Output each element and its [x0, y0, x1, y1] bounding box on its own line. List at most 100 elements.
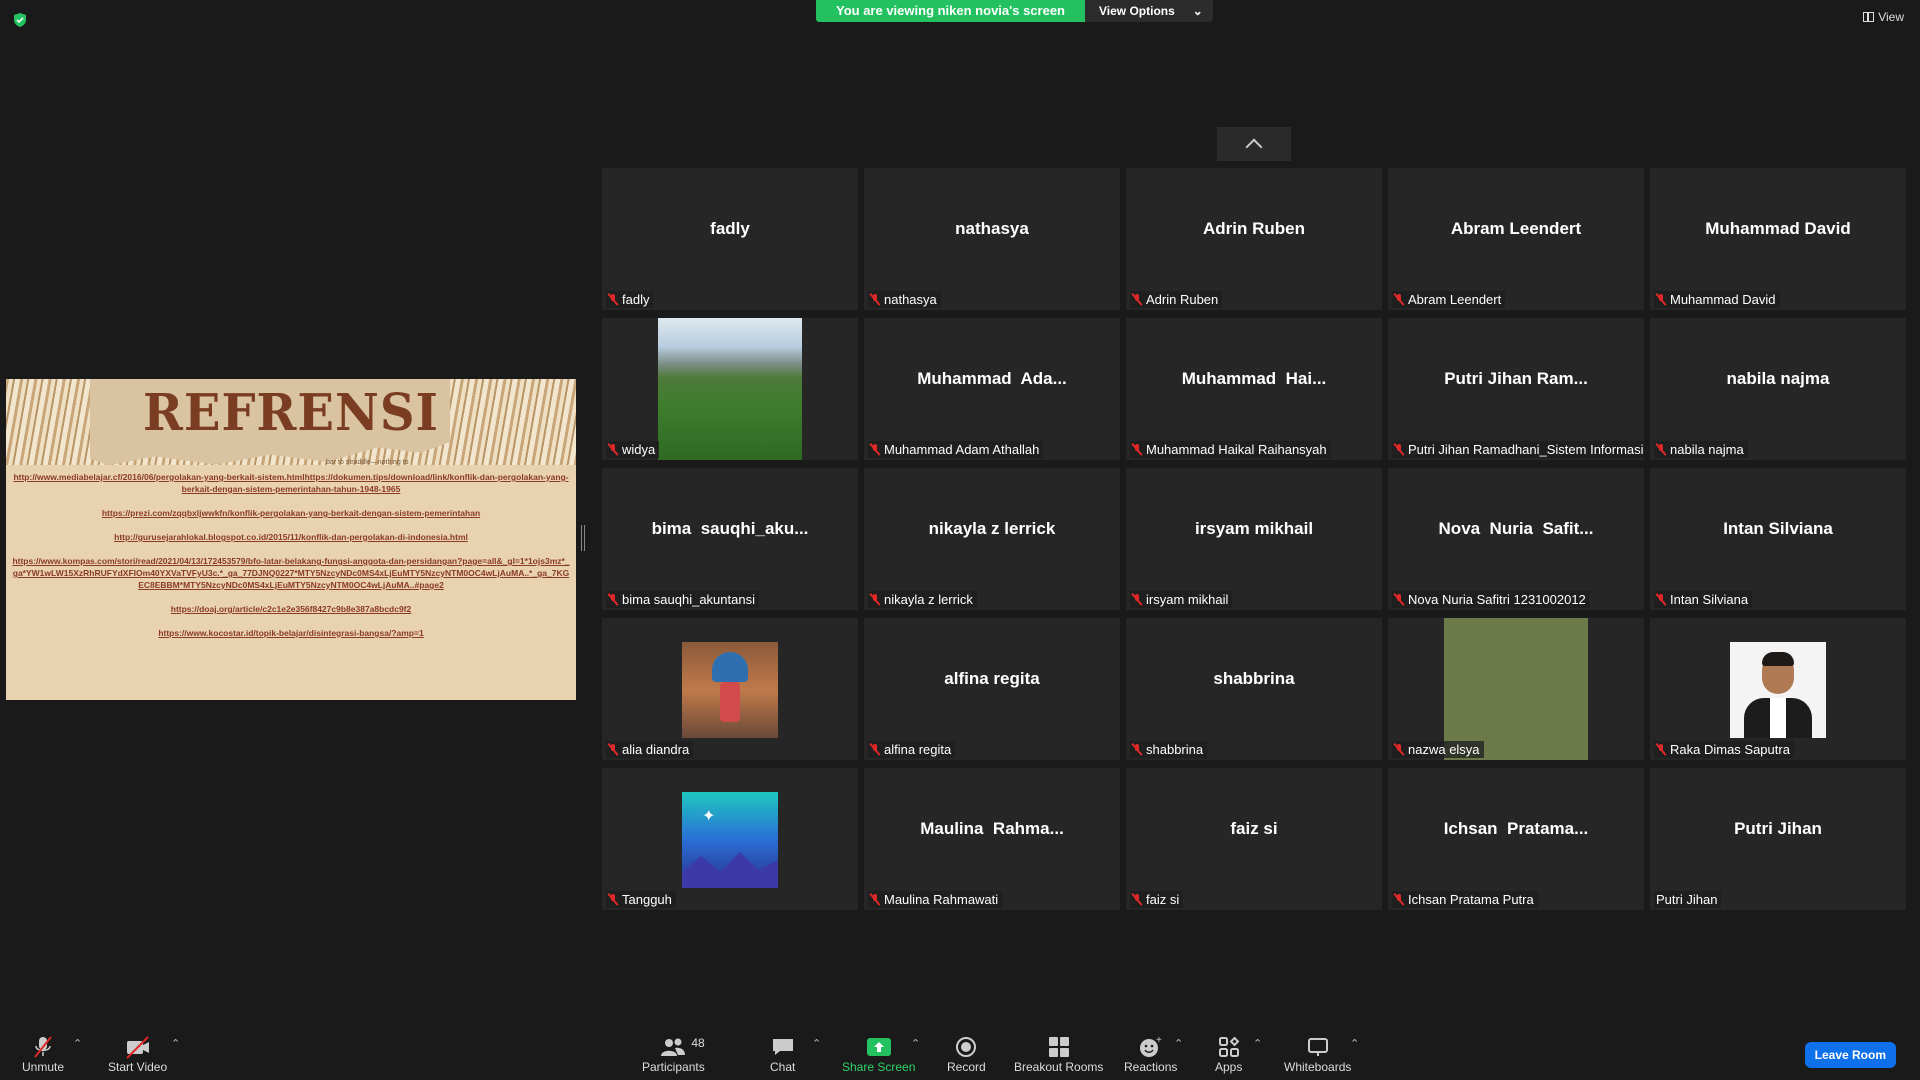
resize-handle[interactable] — [581, 525, 585, 551]
participant-name-label: Maulina Rahmawati — [868, 891, 1003, 908]
reference-link[interactable]: https://www.kocostar.id/topik-belajar/di… — [12, 627, 570, 639]
share-screen-button[interactable]: Share Screen — [842, 1034, 915, 1074]
participant-tile[interactable]: alfina regita alfina regita — [864, 618, 1120, 760]
breakout-rooms-button[interactable]: Breakout Rooms — [1014, 1034, 1103, 1074]
security-shield-icon[interactable] — [12, 12, 28, 28]
reference-link[interactable]: http://www.mediabelajar.cf/2016/06/pergo… — [12, 471, 570, 495]
participant-tile[interactable]: shabbrina shabbrina — [1126, 618, 1382, 760]
participant-display-name: shabbrina — [1213, 669, 1295, 688]
apps-label: Apps — [1215, 1060, 1243, 1074]
profile-picture: ✦ — [682, 792, 778, 888]
participant-display-name: Putri Jihan — [1734, 819, 1822, 838]
participant-name: bima sauqhi_akuntansi — [622, 592, 755, 607]
participant-tile[interactable]: Raka Dimas Saputra — [1650, 618, 1906, 760]
chevron-down-icon: ⌄ — [1192, 4, 1203, 18]
reactions-options-caret[interactable]: ⌃ — [1174, 1037, 1183, 1050]
record-button[interactable]: Record — [947, 1034, 986, 1074]
reference-link[interactable]: https://www.kompas.com/stori/read/2021/0… — [12, 555, 570, 591]
reactions-icon: + — [1139, 1035, 1162, 1057]
participant-name: Raka Dimas Saputra — [1670, 742, 1790, 757]
participant-display-name: irsyam mikhail — [1194, 519, 1314, 538]
audio-options-caret[interactable]: ⌃ — [73, 1037, 82, 1050]
participant-name-label: alia diandra — [606, 741, 694, 758]
reactions-button[interactable]: + Reactions — [1124, 1034, 1177, 1074]
start-video-button[interactable]: Start Video — [108, 1034, 167, 1074]
participant-tile[interactable]: Intan Silviana Intan Silviana — [1650, 468, 1906, 610]
participant-name-label: shabbrina — [1130, 741, 1208, 758]
mic-muted-icon — [608, 743, 618, 756]
slide-title: REFRENSI — [142, 383, 440, 443]
participant-tile[interactable]: Muhammad Hai... Muhammad Haikal Raihansya… — [1126, 318, 1382, 460]
share-options-caret[interactable]: ⌃ — [911, 1037, 920, 1050]
reference-link[interactable]: https://doaj.org/article/c2c1e2e356f8427… — [12, 603, 570, 615]
mic-muted-icon — [1394, 743, 1404, 756]
reference-link[interactable]: https://prezi.com/zqqbxljwwkfn/konflik-p… — [12, 507, 570, 519]
participant-tile[interactable]: irsyam mikhail irsyam mikhail — [1126, 468, 1382, 610]
participant-tile[interactable]: Muhammad David Muhammad David — [1650, 168, 1906, 310]
apps-button[interactable]: Apps — [1215, 1034, 1242, 1074]
participant-tile[interactable]: ✦ Tangguh — [602, 768, 858, 910]
chat-label: Chat — [770, 1060, 796, 1074]
apps-icon — [1218, 1036, 1240, 1057]
participant-tile[interactable]: Ichsan Pratama... Ichsan Pratama Putra — [1388, 768, 1644, 910]
participants-button[interactable]: 48 Participants — [642, 1034, 705, 1074]
participant-tile[interactable]: Putri Jihan Ram... Putri Jihan Ramadhani_… — [1388, 318, 1644, 460]
participant-display-name: Muhammad Ada... — [917, 369, 1067, 388]
mic-muted-icon — [1132, 443, 1142, 456]
participant-tile[interactable]: nikayla z lerrick nikayla z lerrick — [864, 468, 1120, 610]
participant-tile[interactable]: Nova Nuria Safit... Nova Nuria Safitri 12… — [1388, 468, 1644, 610]
apps-options-caret[interactable]: ⌃ — [1253, 1037, 1262, 1050]
participant-tile[interactable]: alia diandra — [602, 618, 858, 760]
participant-name-label: Nova Nuria Safitri 1231002012 — [1392, 591, 1590, 608]
gallery-view-icon — [1863, 12, 1875, 22]
participant-tile[interactable]: widya — [602, 318, 858, 460]
participant-tile[interactable]: Maulina Rahma... Maulina Rahmawati — [864, 768, 1120, 910]
scroll-up-button[interactable] — [1217, 127, 1291, 161]
participant-name-label: widya — [606, 441, 660, 458]
chat-icon — [772, 1039, 793, 1055]
breakout-rooms-icon — [1048, 1037, 1069, 1057]
shared-screen[interactable]: REFRENSI bar to straddle—nothing to http… — [6, 379, 576, 700]
participant-tile[interactable]: bima sauqhi_aku... bima sauqhi_akuntansi — [602, 468, 858, 610]
participant-name-label: nathasya — [868, 291, 941, 308]
mic-muted-icon — [1132, 893, 1142, 906]
mic-muted-icon — [870, 593, 880, 606]
participant-tile[interactable]: nabila najma nabila najma — [1650, 318, 1906, 460]
participant-name: Maulina Rahmawati — [884, 892, 999, 907]
whiteboards-options-caret[interactable]: ⌃ — [1350, 1037, 1359, 1050]
participant-display-name: Muhammad David — [1705, 219, 1851, 238]
participant-name-label: nazwa elsya — [1392, 741, 1484, 758]
participant-tile[interactable]: faiz si faiz si — [1126, 768, 1382, 910]
participant-name: Nova Nuria Safitri 1231002012 — [1408, 592, 1586, 607]
chat-options-caret[interactable]: ⌃ — [812, 1037, 821, 1050]
unmute-button[interactable]: Unmute — [22, 1034, 64, 1074]
participant-name-label: faiz si — [1130, 891, 1184, 908]
slide-small-text: bar to straddle—nothing to — [326, 459, 409, 466]
participant-name: Putri Jihan Ramadhani_Sistem Informasi — [1408, 442, 1644, 457]
participant-tile[interactable]: Adrin Ruben Adrin Ruben — [1126, 168, 1382, 310]
video-options-caret[interactable]: ⌃ — [171, 1037, 180, 1050]
mic-muted-icon — [1132, 743, 1142, 756]
view-options-button[interactable]: View Options ⌄ — [1085, 0, 1213, 22]
participant-name: Adrin Ruben — [1146, 292, 1219, 307]
mic-muted-icon — [608, 893, 618, 906]
participant-tile[interactable]: Muhammad Ada... Muhammad Adam Athallah — [864, 318, 1120, 460]
view-button[interactable]: View — [1863, 10, 1904, 24]
whiteboards-label: Whiteboards — [1284, 1060, 1352, 1074]
leave-room-button[interactable]: Leave Room — [1804, 1042, 1896, 1068]
participant-tile[interactable]: fadly fadly — [602, 168, 858, 310]
participant-tile[interactable]: nazwa elsya — [1388, 618, 1644, 760]
reference-link[interactable]: http://gurusejarahlokal.blogspot.co.id/2… — [12, 531, 570, 543]
participant-tile[interactable]: Abram Leendert Abram Leendert — [1388, 168, 1644, 310]
participant-tile[interactable]: Putri Jihan Putri Jihan — [1650, 768, 1906, 910]
video-off-icon — [125, 1036, 149, 1059]
share-screen-label: Share Screen — [842, 1060, 916, 1074]
mic-muted-icon — [1394, 593, 1404, 606]
whiteboard-icon — [1307, 1038, 1328, 1056]
participants-label: Participants — [642, 1060, 705, 1074]
participant-tile[interactable]: nathasya nathasya — [864, 168, 1120, 310]
breakout-rooms-label: Breakout Rooms — [1014, 1060, 1104, 1074]
chat-button[interactable]: Chat — [770, 1034, 795, 1074]
participant-display-name: alfina regita — [944, 669, 1040, 688]
whiteboards-button[interactable]: Whiteboards — [1284, 1034, 1351, 1074]
